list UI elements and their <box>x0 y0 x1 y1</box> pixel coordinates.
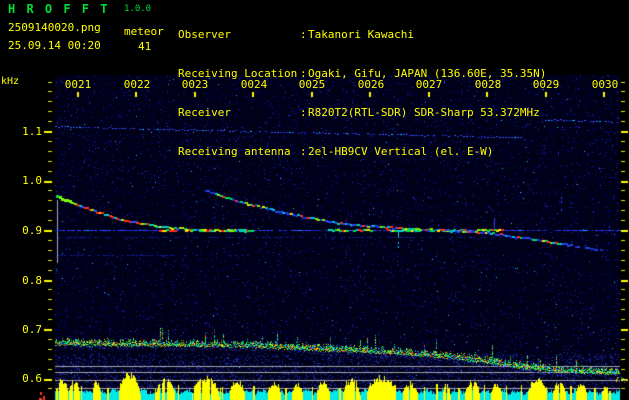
time-tick-label: 0029 <box>532 78 560 91</box>
time-tick-label: 0028 <box>474 78 502 91</box>
freq-tick-label: 0.6 <box>22 372 42 385</box>
info-colon: : <box>300 145 307 158</box>
info-row: Receiver:R820T2(RTL-SDR) SDR-Sharp 53.37… <box>178 106 546 119</box>
app-title: H R O F F T <box>8 2 110 16</box>
datetime-label: 25.09.14 00:20 <box>8 39 101 52</box>
echo-count: 41 <box>138 40 152 53</box>
time-tick-label: 0026 <box>357 78 385 91</box>
output-filename: 2509140020.png <box>8 21 101 34</box>
info-value: R820T2(RTL-SDR) SDR-Sharp 53.372MHz <box>308 106 540 119</box>
info-value: 2el-HB9CV Vertical (el. E-W) <box>308 145 494 158</box>
freq-tick-label: 0.9 <box>22 224 42 237</box>
time-tick-label: 0025 <box>298 78 326 91</box>
info-colon: : <box>300 28 307 41</box>
freq-tick-label: 0.8 <box>22 274 42 287</box>
observer-info-block: Observer:Takanori Kawachi Receiving Loca… <box>178 2 546 184</box>
freq-tick-label: 1.0 <box>22 174 42 187</box>
info-row: Receiving antenna:2el-HB9CV Vertical (el… <box>178 145 546 158</box>
time-tick-label: 0027 <box>415 78 443 91</box>
time-tick-label: 0023 <box>181 78 209 91</box>
info-label: Observer <box>178 28 231 41</box>
app-version: 1.0.0 <box>124 4 152 14</box>
freq-tick-label: 1.1 <box>22 125 42 138</box>
info-colon: : <box>300 106 307 119</box>
time-tick-label: 0022 <box>123 78 151 91</box>
hrofft-output-image: H R O F F T 1.0.0 2509140020.png meteor … <box>0 0 629 400</box>
mode-label: meteor <box>124 25 164 38</box>
info-label: Receiving antenna <box>178 145 291 158</box>
time-tick-label: 0030 <box>591 78 619 91</box>
freq-tick-label: 0.7 <box>22 323 42 336</box>
info-label: Receiver <box>178 106 231 119</box>
freq-unit-label: kHz <box>1 76 20 87</box>
time-tick-label: 0024 <box>240 78 268 91</box>
time-tick-label: 0021 <box>64 78 92 91</box>
info-row: Observer:Takanori Kawachi <box>178 28 546 41</box>
info-value: Takanori Kawachi <box>308 28 414 41</box>
